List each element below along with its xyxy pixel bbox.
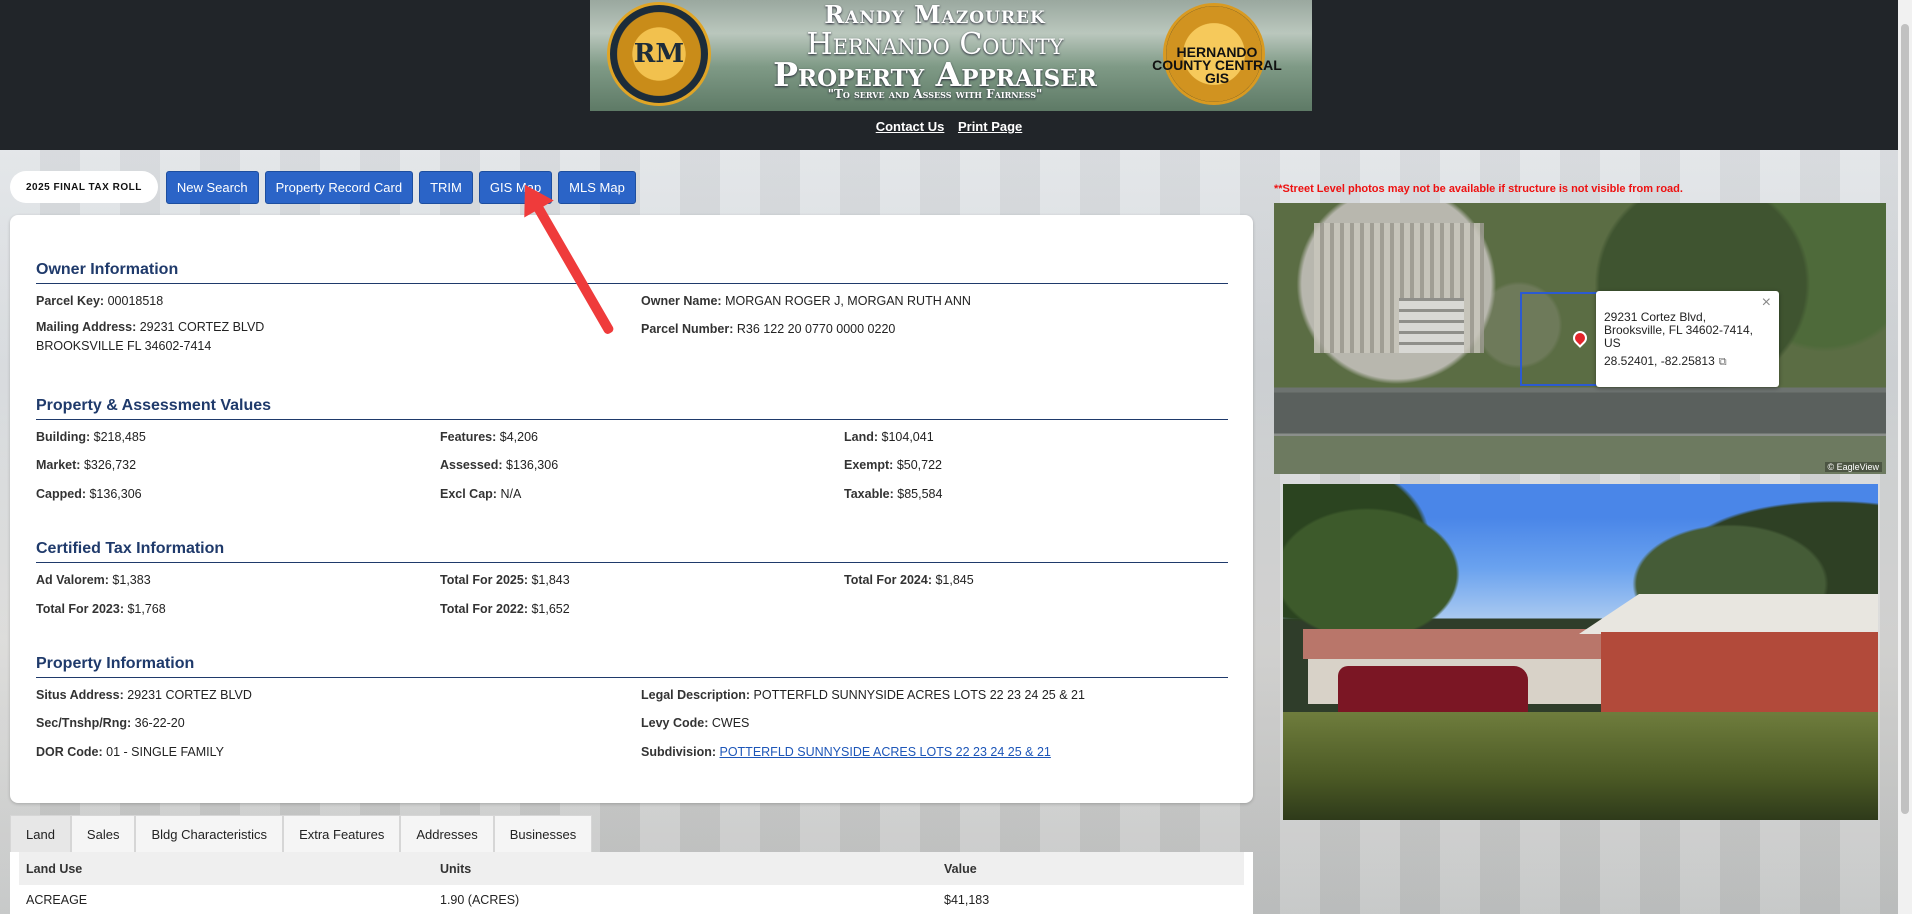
- map-buildings: [1399, 298, 1464, 353]
- tab-businesses[interactable]: Businesses: [493, 815, 593, 852]
- page-scrollbar[interactable]: [1898, 0, 1912, 914]
- mls-map-button[interactable]: MLS Map: [558, 170, 636, 204]
- contact-us-link[interactable]: Contact Us: [876, 119, 945, 134]
- popup-close-icon[interactable]: ×: [1762, 295, 1771, 311]
- owner-section-title: Owner Information: [36, 261, 1228, 284]
- excl-cap-value: N/A: [500, 487, 522, 501]
- property-record-card-button[interactable]: Property Record Card: [264, 170, 414, 204]
- map-credit: © EagleView: [1824, 462, 1882, 472]
- legal-description: POTTERFLD SUNNYSIDE ACRES LOTS 22 23 24 …: [753, 688, 1085, 702]
- exempt-value: $50,722: [896, 458, 942, 472]
- market-value: $326,732: [83, 458, 137, 472]
- tab-extra-features[interactable]: Extra Features: [283, 815, 401, 852]
- values-section: Property & Assessment Values Building: $…: [36, 397, 1228, 515]
- new-search-button[interactable]: New Search: [165, 170, 259, 204]
- banner: RM Randy Mazourek Hernando County Proper…: [590, 0, 1312, 111]
- mailing-address-line1: 29231 CORTEZ BLVD: [139, 320, 265, 334]
- tax-section-title: Certified Tax Information: [36, 540, 1228, 563]
- tax-roll-badge: 2025 FINAL TAX ROLL: [10, 171, 158, 203]
- parcel-number: R36 122 20 0770 0000 0220: [736, 322, 896, 336]
- land-tab-panel: Land Use Units Value ACREAGE 1.90 (ACRES…: [10, 852, 1253, 914]
- tab-land[interactable]: Land: [10, 815, 71, 852]
- print-page-link[interactable]: Print Page: [958, 119, 1022, 134]
- street-level-note: **Street Level photos may not be availab…: [1274, 183, 1683, 195]
- assessed-value: $136,306: [506, 458, 559, 472]
- copy-icon[interactable]: ⧉: [1719, 356, 1727, 368]
- taxable-value: $85,584: [897, 487, 943, 501]
- tab-sales[interactable]: Sales: [70, 815, 136, 852]
- banner-name: Randy Mazourek: [824, 0, 1046, 29]
- mailing-address-line2: BROOKSVILLE FL 34602-7414: [36, 339, 212, 353]
- owner-name: MORGAN ROGER J, MORGAN RUTH ANN: [725, 294, 971, 308]
- table-row: ACREAGE 1.90 (ACRES) $41,183: [26, 892, 990, 907]
- values-section-title: Property & Assessment Values: [36, 397, 1228, 420]
- tab-bldg-characteristics[interactable]: Bldg Characteristics: [135, 815, 284, 852]
- details-tabs: Land Sales Bldg Characteristics Extra Fe…: [10, 815, 1253, 914]
- levy-code: CWES: [711, 716, 750, 730]
- map-popup: × 29231 Cortez Blvd, Brooksville, FL 346…: [1596, 291, 1779, 387]
- land-value: $104,041: [881, 430, 934, 444]
- total-2022-value: $1,652: [531, 602, 570, 616]
- owner-section: Owner Information Parcel Key: 00018518 O…: [36, 261, 1228, 362]
- features-value: $4,206: [499, 430, 538, 444]
- property-info-title: Property Information: [36, 655, 1228, 678]
- capped-value: $136,306: [89, 487, 142, 501]
- sec-tnshp-rng: 36-22-20: [134, 716, 185, 730]
- situs-address: 29231 CORTEZ BLVD: [127, 688, 252, 702]
- photo-truck: [1338, 666, 1528, 716]
- total-2024-value: $1,845: [935, 573, 974, 587]
- column-value: Value: [944, 861, 977, 876]
- building-value: $218,485: [93, 430, 146, 444]
- site-header: RM Randy Mazourek Hernando County Proper…: [0, 0, 1898, 150]
- parcel-key: 00018518: [107, 294, 164, 308]
- gis-seal: HERNANDO COUNTY CENTRAL GIS: [1152, 3, 1282, 105]
- aerial-map[interactable]: × 29231 Cortez Blvd, Brooksville, FL 346…: [1274, 203, 1886, 474]
- property-info-section: Property Information Situs Address: 2923…: [36, 655, 1228, 773]
- tax-section: Certified Tax Information Ad Valorem: $1…: [36, 540, 1228, 630]
- subdivision-link[interactable]: POTTERFLD SUNNYSIDE ACRES LOTS 22 23 24 …: [719, 745, 1050, 759]
- scrollbar-thumb[interactable]: [1901, 24, 1909, 814]
- street-level-photo: [1283, 484, 1878, 820]
- total-2025-value: $1,843: [531, 573, 570, 587]
- land-table-header: Land Use Units Value: [19, 852, 1244, 885]
- banner-motto: "To serve and Assess with Fairness": [827, 87, 1043, 101]
- popup-address-line2: Brooksville, FL 34602-7414,: [1604, 323, 1753, 337]
- appraiser-seal: RM: [607, 2, 711, 106]
- header-links: Contact Us Print Page: [0, 119, 1898, 134]
- property-details-card: Owner Information Parcel Key: 00018518 O…: [10, 215, 1253, 803]
- tab-addresses[interactable]: Addresses: [400, 815, 494, 852]
- trim-button[interactable]: TRIM: [419, 170, 473, 204]
- column-land-use: Land Use: [26, 861, 83, 876]
- dor-code: 01 - SINGLE FAMILY: [106, 745, 225, 759]
- total-2023-value: $1,768: [127, 602, 166, 616]
- popup-coordinates: 28.52401, -82.25813: [1604, 354, 1715, 368]
- popup-address-line3: US: [1604, 336, 1621, 350]
- ad-valorem-value: $1,383: [112, 573, 151, 587]
- column-units: Units: [440, 861, 472, 876]
